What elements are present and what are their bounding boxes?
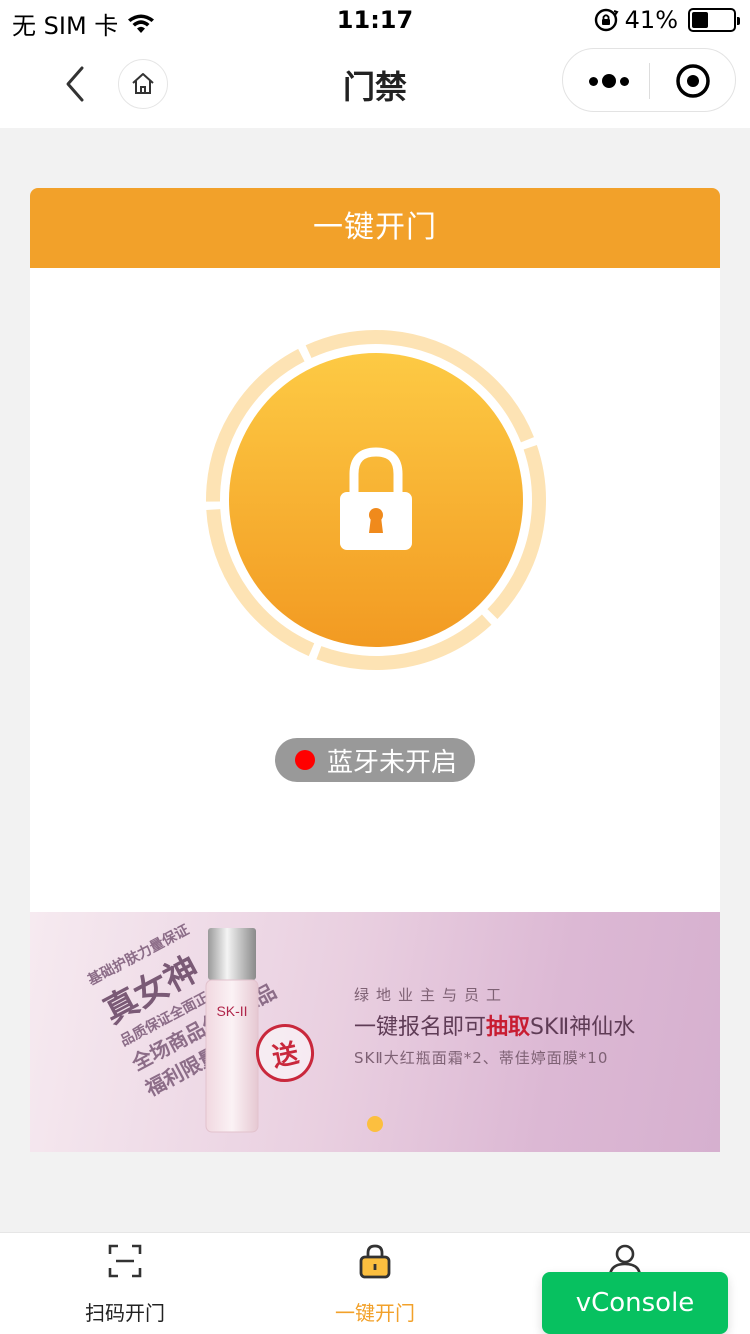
battery-percent: 41% [624, 6, 678, 34]
target-icon[interactable] [675, 63, 711, 99]
tab-label: 扫码开门 [85, 1301, 165, 1325]
unlock-button[interactable] [204, 328, 548, 672]
brand-label: SK-II [216, 1003, 247, 1019]
promo-banner[interactable]: 基础护肤力量保证 真女神 品质保证全面正品 全场商品保证正品 福利限量发送 SK… [30, 912, 720, 1152]
card-header: 一键开门 [30, 188, 720, 268]
rotation-lock-icon [594, 8, 619, 32]
line2-before: 一键报名即可 [354, 1015, 487, 1040]
tab-label: 一键开门 [335, 1301, 415, 1325]
banner-text: 绿地业主与员工 一键报名即可抽取SKⅡ神仙水 SKⅡ大红瓶面霜*2、蒂佳婷面膜*… [354, 984, 635, 1068]
more-dots-icon[interactable] [589, 71, 629, 91]
nav-bar: 门禁 [0, 40, 750, 128]
tab-one-key-open[interactable]: 一键开门 [250, 1233, 500, 1334]
capsule-divider [649, 63, 650, 99]
banner-line3: SKⅡ大红瓶面霜*2、蒂佳婷面膜*10 [354, 1049, 609, 1067]
vconsole-button[interactable]: vConsole [542, 1272, 728, 1334]
battery-fill [692, 12, 709, 28]
battery-tip [737, 17, 740, 25]
banner-slogan: 基础护肤力量保证 真女神 品质保证全面正品 全场商品保证正品 福利限量发送 [84, 912, 294, 1102]
banner-line1: 绿地业主与员工 [354, 986, 509, 1004]
door-access-card: 一键开门 蓝牙未开启 [30, 188, 720, 912]
mini-program-capsule [562, 48, 736, 112]
battery-icon [688, 8, 740, 32]
line2-after: SKⅡ神仙水 [530, 1015, 636, 1040]
scan-icon [108, 1244, 142, 1278]
carousel-indicator[interactable] [367, 1116, 383, 1132]
status-dot [295, 750, 315, 770]
tab-scan-open[interactable]: 扫码开门 [0, 1233, 250, 1334]
line2-highlight: 抽取 [486, 1015, 531, 1040]
banner-line2: 一键报名即可抽取SKⅡ神仙水 [354, 1009, 635, 1041]
status-bar: 无 SIM 卡 11:17 41% [0, 0, 750, 40]
product-bottle-image: SK-II [205, 928, 259, 1133]
bluetooth-status-text: 蓝牙未开启 [327, 747, 458, 778]
bluetooth-status-badge: 蓝牙未开启 [275, 738, 475, 782]
lock-icon [359, 1244, 391, 1279]
status-right: 41% [593, 6, 740, 34]
